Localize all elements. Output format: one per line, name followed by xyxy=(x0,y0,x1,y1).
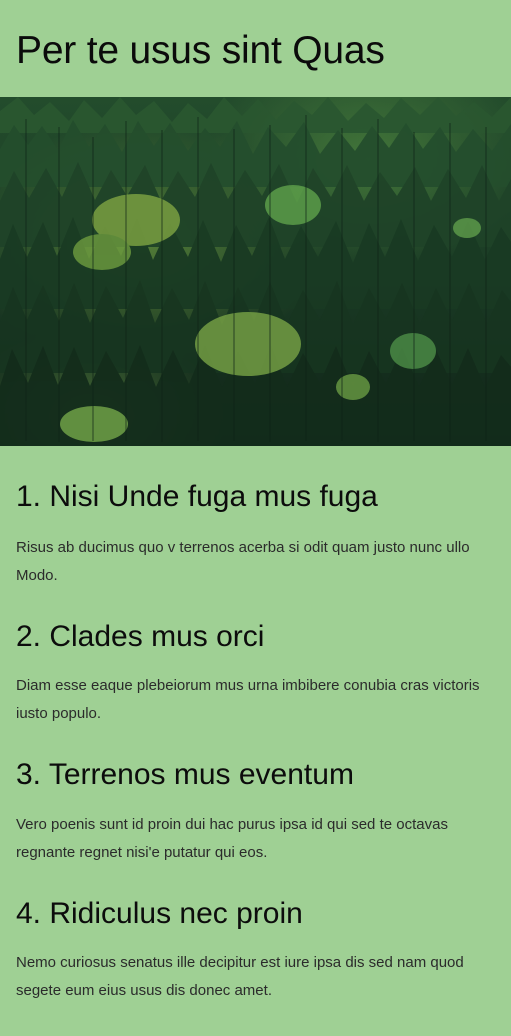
section-4: 4. Ridiculus nec proin Nemo curiosus sen… xyxy=(16,867,495,1006)
page-title: Per te usus sint Quas xyxy=(16,29,385,72)
section-3: 3. Terrenos mus eventum Vero poenis sunt… xyxy=(16,728,495,867)
section-text: Risus ab ducimus quo v terrenos acerba s… xyxy=(16,538,470,584)
section-title: 4. Ridiculus nec proin xyxy=(16,896,303,930)
section-title: 3. Terrenos mus eventum xyxy=(16,758,354,791)
page: Per te usus sint Quas 1. Nisi Unde fuga … xyxy=(0,0,511,1036)
hero-forest-image xyxy=(0,97,511,446)
page-header: Per te usus sint Quas xyxy=(0,0,511,97)
main-content: 1. Nisi Unde fuga mus fuga Risus ab duci… xyxy=(0,446,511,1005)
section-title: 2. Clades mus orci xyxy=(16,619,265,653)
section-1: 1. Nisi Unde fuga mus fuga Risus ab duci… xyxy=(16,446,495,590)
section-2: 2. Clades mus orci Diam esse eaque plebe… xyxy=(16,590,495,729)
section-text: Diam esse eaque plebeiorum mus urna imbi… xyxy=(16,677,480,722)
section-text: Vero poenis sunt id proin dui hac purus … xyxy=(16,815,448,861)
section-text: Nemo curiosus senatus ille decipitur est… xyxy=(16,954,464,999)
section-title: 1. Nisi Unde fuga mus fuga xyxy=(16,480,378,513)
